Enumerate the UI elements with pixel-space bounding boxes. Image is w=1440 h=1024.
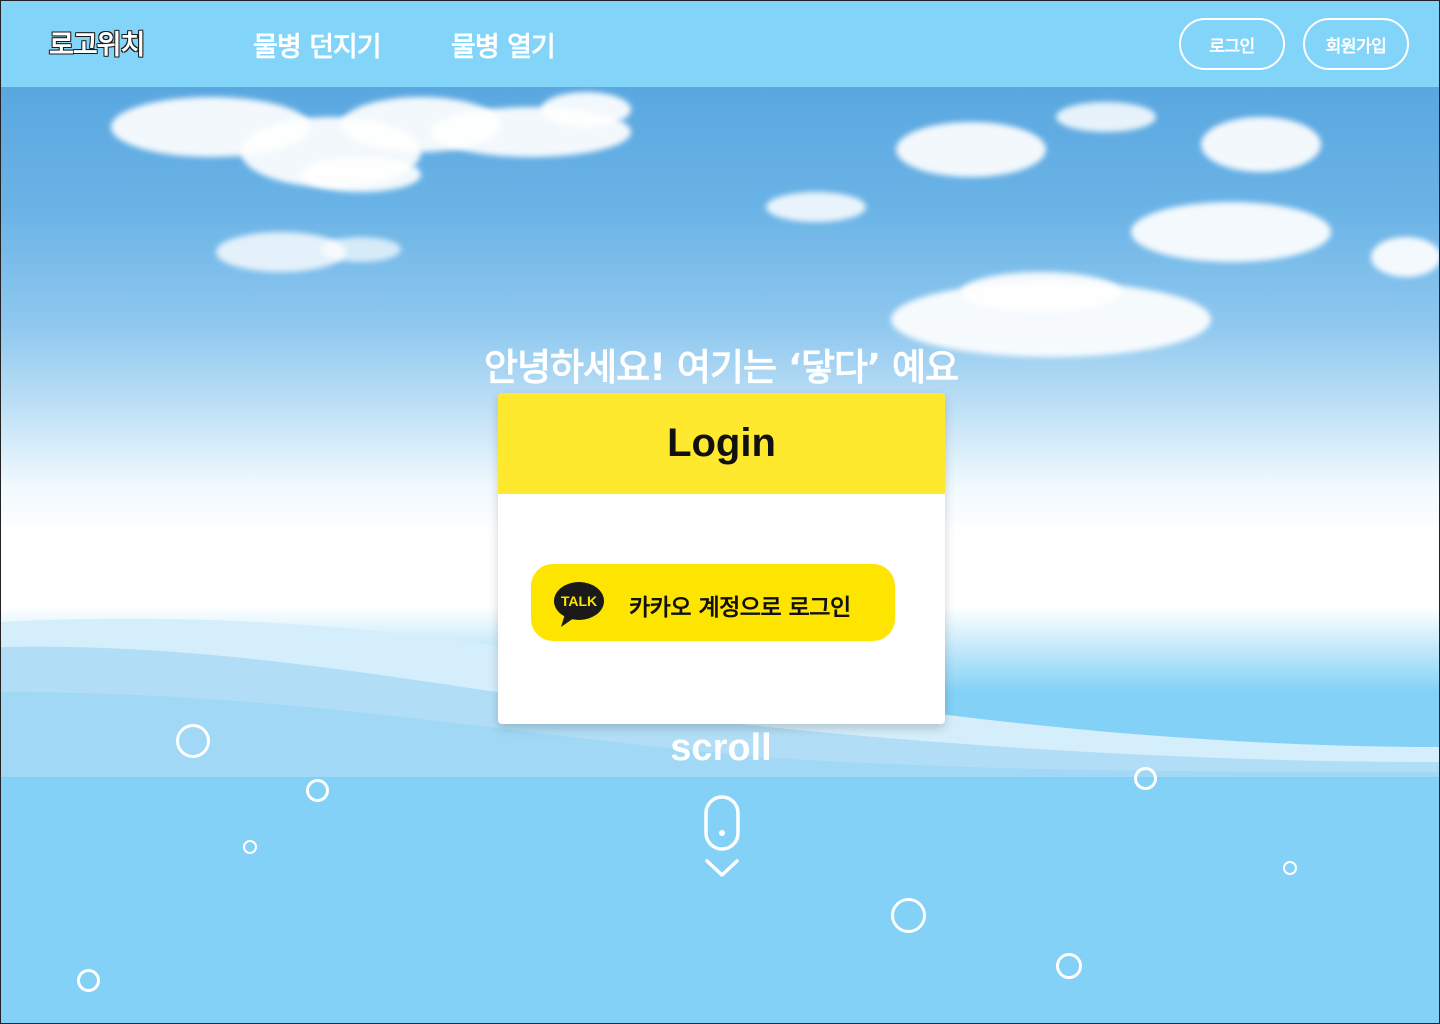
login-card-header: Login [498, 393, 945, 494]
page-frame: 로고위치 물병 던지기 물병 열기 로그인 회원가입 안녕하세요! 여기는 ‘닿… [0, 0, 1440, 1024]
mouse-scroll-icon[interactable] [701, 795, 743, 883]
header-signup-button[interactable]: 회원가입 [1303, 18, 1409, 70]
kakao-login-label: 카카오 계정으로 로그인 [629, 595, 851, 621]
top-header: 로고위치 물병 던지기 물병 열기 로그인 회원가입 [1, 1, 1439, 87]
nav-open-bottle[interactable]: 물병 열기 [451, 25, 556, 64]
scroll-label: scroll [670, 727, 772, 769]
header-login-button[interactable]: 로그인 [1179, 18, 1285, 70]
kakao-icon-text: TALK [561, 593, 597, 609]
bubble-icon [891, 898, 926, 933]
kakao-talk-bubble-icon: TALK [554, 582, 604, 627]
bubble-icon [77, 969, 100, 992]
bubble-icon [1056, 953, 1082, 979]
hero-greeting: 안녕하세요! 여기는 ‘닿다’ 예요 [483, 346, 959, 389]
login-card: Login TALK 카카오 계정으로 로그인 [498, 393, 945, 724]
bubble-icon [306, 779, 329, 802]
bubble-icon [176, 724, 210, 758]
nav-throw-bottle[interactable]: 물병 던지기 [253, 25, 382, 64]
bubble-icon [1134, 767, 1157, 790]
logo[interactable]: 로고위치 [49, 23, 145, 62]
bubble-icon [1283, 861, 1297, 875]
bubble-icon [243, 840, 257, 854]
kakao-login-button[interactable]: TALK 카카오 계정으로 로그인 [531, 564, 895, 641]
login-card-title: Login [667, 421, 776, 465]
